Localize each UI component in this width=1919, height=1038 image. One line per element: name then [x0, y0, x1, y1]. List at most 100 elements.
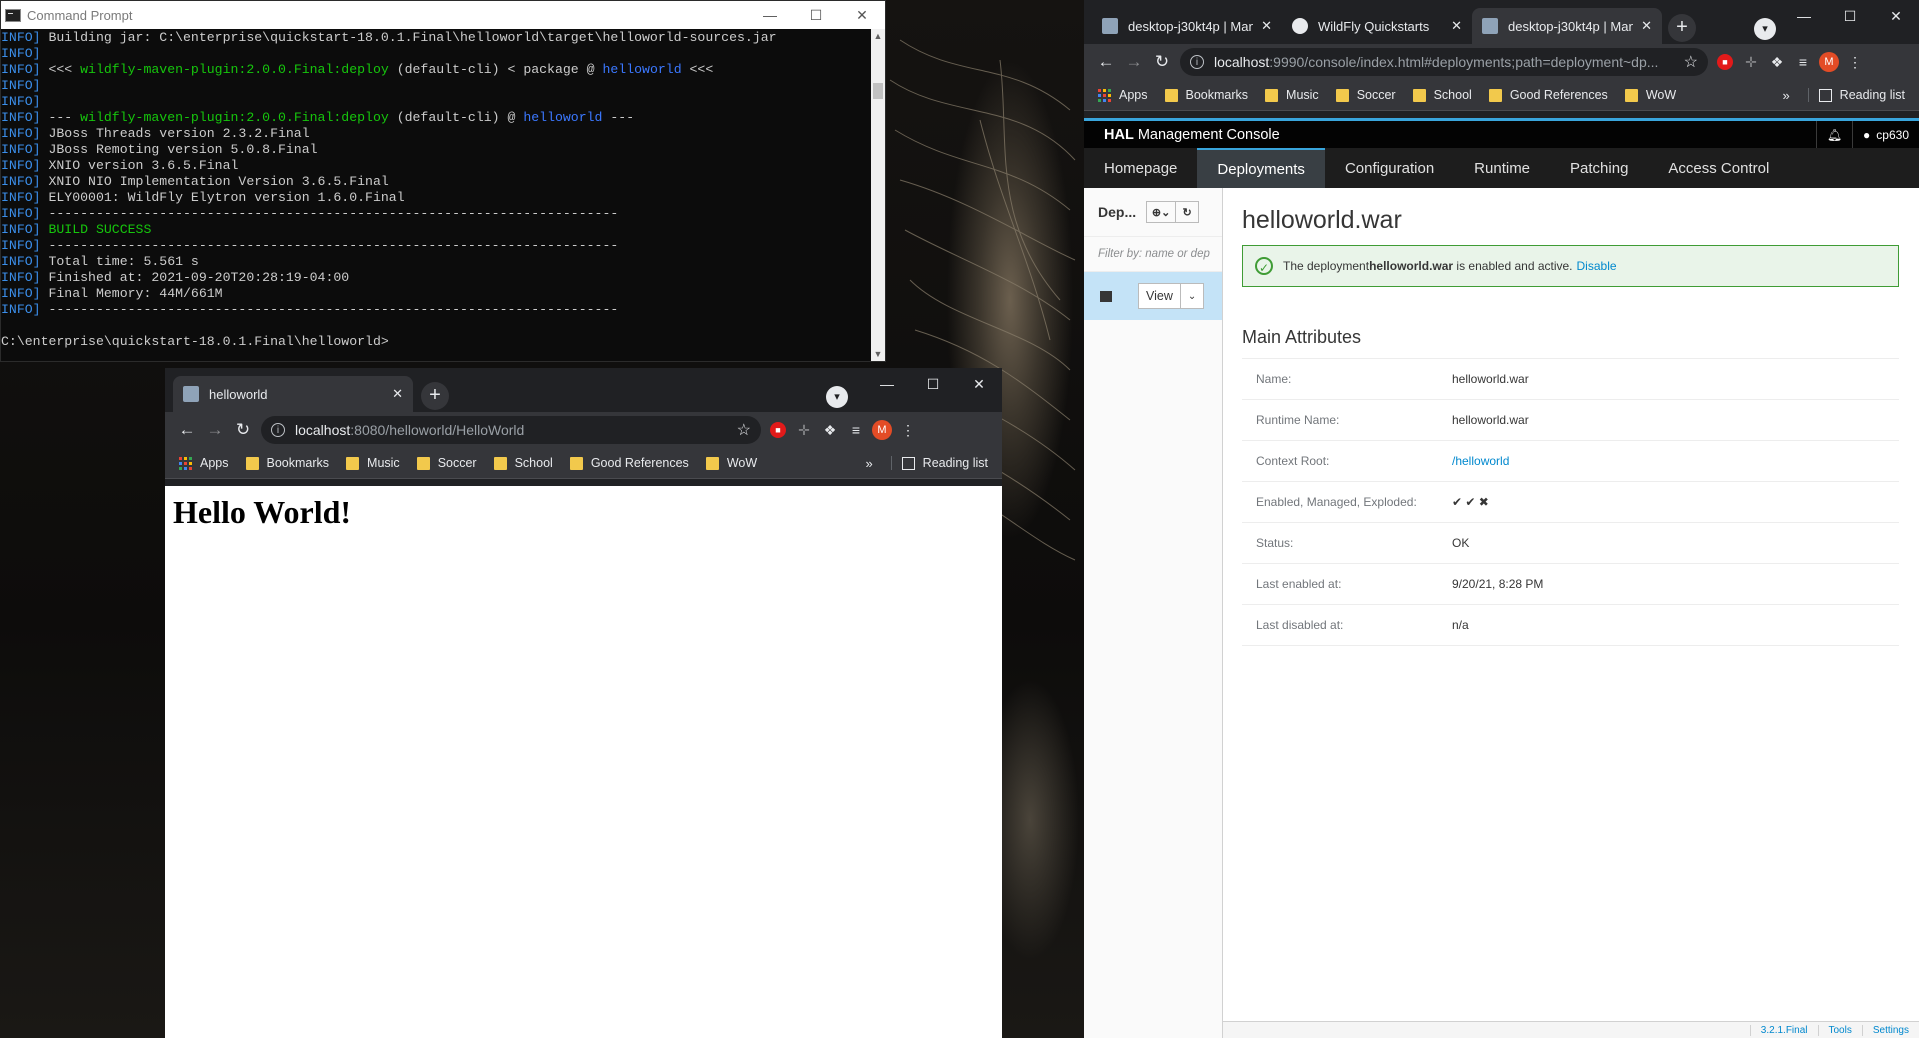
command-prompt-window[interactable]: Command Prompt — ☐ ✕ INFO] Building jar:…: [0, 0, 886, 362]
bookmark-folder[interactable]: Bookmarks: [1164, 88, 1248, 102]
add-deployment-button[interactable]: ⊕⌄: [1146, 201, 1177, 223]
close-button[interactable]: ✕: [956, 368, 1002, 400]
forward-icon[interactable]: →: [1120, 52, 1148, 72]
hal-browser-window[interactable]: desktop-j30kt4p | Mana ✕ WildFly Quickst…: [1084, 0, 1919, 1038]
menu-kebab-icon[interactable]: ⋮: [1842, 51, 1868, 73]
bookmark-apps[interactable]: Apps: [1098, 88, 1148, 102]
tab-close-icon[interactable]: ✕: [1261, 18, 1272, 34]
more-bookmarks-icon[interactable]: »: [1782, 88, 1789, 103]
bookmark-folder[interactable]: School: [1412, 88, 1472, 102]
new-tab-button[interactable]: +: [421, 382, 449, 410]
extension-crosshair-icon[interactable]: ✛: [791, 419, 817, 441]
site-info-icon[interactable]: i: [1190, 55, 1204, 69]
attribute-value: n/a: [1452, 618, 1469, 632]
chevron-down-icon[interactable]: ⌄: [1179, 284, 1203, 308]
bookmark-label: Soccer: [1356, 88, 1396, 102]
view-button[interactable]: View ⌄: [1138, 283, 1205, 309]
cmd-titlebar[interactable]: Command Prompt — ☐ ✕: [1, 1, 885, 29]
footer-settings-link[interactable]: Settings: [1861, 1024, 1919, 1036]
extensions-puzzle-icon[interactable]: ❖: [1764, 51, 1790, 73]
tab-hal-console-active[interactable]: desktop-j30kt4p | Mana ✕: [1472, 8, 1662, 44]
maximize-button[interactable]: ☐: [793, 1, 839, 29]
address-bar[interactable]: i localhost:8080/helloworld/HelloWorld ☆: [261, 416, 761, 444]
bookmark-folder[interactable]: Good References: [1488, 88, 1608, 102]
media-queue-icon[interactable]: ≡: [843, 419, 869, 441]
nav-access-control[interactable]: Access Control: [1648, 148, 1789, 188]
filter-input[interactable]: Filter by: name or dep: [1084, 237, 1222, 272]
close-button[interactable]: ✕: [1873, 0, 1919, 32]
scroll-thumb[interactable]: [873, 83, 883, 99]
footer-version-link[interactable]: 3.2.1.Final: [1749, 1024, 1818, 1036]
footer-tools-link[interactable]: Tools: [1817, 1024, 1862, 1036]
tab-close-icon[interactable]: ✕: [1641, 18, 1652, 34]
maximize-button[interactable]: ☐: [910, 368, 956, 400]
cmd-output[interactable]: INFO] Building jar: C:\enterprise\quicks…: [1, 29, 871, 361]
bookmark-folder[interactable]: Music: [1265, 88, 1319, 102]
reload-icon[interactable]: ↻: [229, 420, 257, 440]
cmd-text: INFO]: [1, 78, 49, 93]
maximize-button[interactable]: ☐: [1827, 0, 1873, 32]
cmd-line: INFO] ELY00001: WildFly Elytron version …: [1, 190, 871, 206]
notifications-bell-icon[interactable]: 🔔︎: [1815, 121, 1852, 148]
new-tab-button[interactable]: +: [1668, 14, 1696, 42]
ublock-extension-icon[interactable]: ■: [1712, 51, 1738, 73]
attribute-row: Status: OK: [1242, 523, 1899, 564]
cmd-scrollbar[interactable]: ▲ ▼: [871, 29, 885, 361]
profile-avatar[interactable]: M: [1816, 51, 1842, 73]
reading-list-button[interactable]: Reading list: [1807, 88, 1905, 102]
nav-runtime[interactable]: Runtime: [1454, 148, 1550, 188]
browser-toolbar: ← → ↻ i localhost:8080/helloworld/HelloW…: [165, 412, 1002, 448]
reload-icon[interactable]: ↻: [1148, 52, 1176, 72]
deployment-list-item[interactable]: View ⌄: [1084, 272, 1222, 320]
bookmark-folder[interactable]: WoW: [705, 456, 757, 470]
reading-list-button[interactable]: Reading list: [890, 456, 988, 470]
close-button[interactable]: ✕: [839, 1, 885, 29]
menu-kebab-icon[interactable]: ⋮: [895, 419, 921, 441]
address-bar[interactable]: i localhost:9990/console/index.html#depl…: [1180, 48, 1708, 76]
tab-helloworld[interactable]: helloworld ✕: [173, 376, 413, 412]
more-bookmarks-icon[interactable]: »: [865, 456, 872, 471]
extensions-puzzle-icon[interactable]: ❖: [817, 419, 843, 441]
user-menu[interactable]: ● cp630: [1852, 121, 1919, 148]
bookmark-star-icon[interactable]: ☆: [1684, 52, 1698, 72]
bookmark-apps[interactable]: Apps: [179, 456, 229, 470]
scroll-down-icon[interactable]: ▼: [871, 347, 885, 361]
site-info-icon[interactable]: i: [271, 423, 285, 437]
nav-deployments[interactable]: Deployments: [1197, 148, 1325, 188]
bookmark-folder[interactable]: Good References: [569, 456, 689, 470]
extension-crosshair-icon[interactable]: ✛: [1738, 51, 1764, 73]
folder-icon: [569, 456, 583, 470]
bookmark-folder[interactable]: Bookmarks: [245, 456, 329, 470]
tab-search-icon[interactable]: ▾: [826, 386, 848, 408]
bookmark-star-icon[interactable]: ☆: [737, 420, 751, 440]
nav-configuration[interactable]: Configuration: [1325, 148, 1454, 188]
refresh-icon[interactable]: ↻: [1175, 201, 1200, 223]
bookmark-folder[interactable]: Music: [346, 456, 400, 470]
forward-icon[interactable]: →: [201, 420, 229, 440]
context-root-link[interactable]: /helloworld: [1452, 454, 1509, 468]
scroll-up-icon[interactable]: ▲: [871, 29, 885, 43]
ublock-extension-icon[interactable]: ■: [765, 419, 791, 441]
tab-search-icon[interactable]: ▾: [1754, 18, 1776, 40]
media-queue-icon[interactable]: ≡: [1790, 51, 1816, 73]
nav-patching[interactable]: Patching: [1550, 148, 1648, 188]
tab-wildfly-quickstarts[interactable]: WildFly Quickstarts ✕: [1282, 8, 1472, 44]
tab-hal-console[interactable]: desktop-j30kt4p | Mana ✕: [1092, 8, 1282, 44]
minimize-button[interactable]: —: [1781, 0, 1827, 32]
minimize-button[interactable]: —: [747, 1, 793, 29]
tab-close-icon[interactable]: ✕: [392, 386, 403, 402]
back-icon[interactable]: ←: [1092, 52, 1120, 72]
helloworld-browser-window[interactable]: helloworld ✕ + ▾ — ☐ ✕ ← → ↻ i localhost…: [165, 368, 1002, 1038]
bookmark-folder[interactable]: Soccer: [416, 456, 477, 470]
profile-avatar[interactable]: M: [869, 419, 895, 441]
bookmark-folder[interactable]: Soccer: [1335, 88, 1396, 102]
minimize-button[interactable]: —: [864, 368, 910, 400]
disable-link[interactable]: Disable: [1577, 259, 1617, 273]
folder-icon: [416, 456, 430, 470]
nav-homepage[interactable]: Homepage: [1084, 148, 1197, 188]
tab-title: desktop-j30kt4p | Mana: [1128, 18, 1254, 34]
bookmark-folder[interactable]: School: [493, 456, 553, 470]
bookmark-folder[interactable]: WoW: [1624, 88, 1676, 102]
tab-close-icon[interactable]: ✕: [1451, 18, 1462, 34]
back-icon[interactable]: ←: [173, 420, 201, 440]
